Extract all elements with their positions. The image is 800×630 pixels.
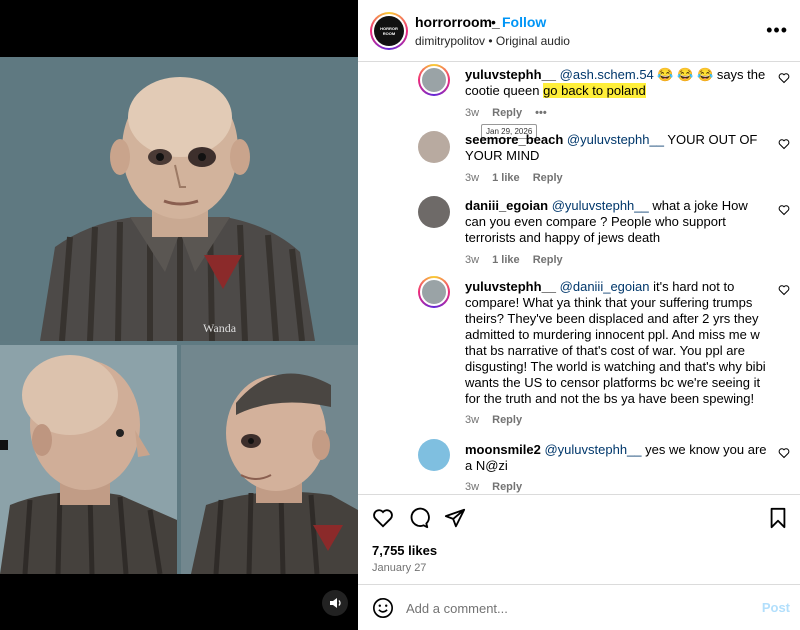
like-comment-button[interactable] <box>778 284 790 299</box>
post-media[interactable]: Wanda <box>0 0 358 630</box>
comment-mention[interactable]: @yuluvstephh__ <box>552 198 649 213</box>
like-comment-button[interactable] <box>778 204 790 219</box>
portrait-profile-image <box>0 345 177 574</box>
audio-label[interactable]: Original audio <box>496 34 570 48</box>
heart-icon <box>778 139 790 150</box>
commenter-avatar[interactable] <box>418 439 450 471</box>
audio-line: dimitrypolitov • Original audio <box>415 34 570 48</box>
reply-button[interactable]: Reply <box>533 172 563 184</box>
heart-icon <box>778 73 790 84</box>
post-comment-button[interactable]: Post <box>762 600 790 615</box>
comment-options-button[interactable]: ••• <box>535 107 547 119</box>
emoji-button[interactable] <box>372 597 394 624</box>
more-options-button[interactable]: ••• <box>766 20 788 41</box>
media-collage: Wanda <box>0 57 358 574</box>
comment-username[interactable]: yuluvstephh__ <box>465 279 556 294</box>
volume-button[interactable] <box>322 590 348 616</box>
comment-username[interactable]: daniii_egoian <box>465 198 548 213</box>
commenter-avatar[interactable] <box>418 131 450 163</box>
audio-user[interactable]: dimitrypolitov <box>415 34 485 48</box>
comment-time[interactable]: 3w <box>465 254 479 266</box>
commenter-avatar[interactable] <box>418 64 450 96</box>
reply-button[interactable]: Reply <box>533 254 563 266</box>
comment-likes[interactable]: 1 like <box>492 254 520 266</box>
comment-emojis: 😂 😂 😂 <box>657 67 714 82</box>
smiley-icon <box>373 598 393 618</box>
likes-count[interactable]: 7,755 likes <box>372 543 437 558</box>
comment-meta: 3w Reply <box>465 414 532 426</box>
comment-text: yuluvstephh__ @daniii_egoian it's hard n… <box>465 279 770 407</box>
comment-username[interactable]: seemore_beach <box>465 132 563 147</box>
post-actions: 7,755 likes January 27 <box>358 494 800 584</box>
like-comment-button[interactable] <box>778 72 790 87</box>
heart-icon <box>778 205 790 216</box>
comment-mention[interactable]: @ash.schem.54 <box>560 67 654 82</box>
post-side-panel: HORROR ROOM horrorroom_ • Follow dimitry… <box>358 0 800 630</box>
separator-dot: • <box>491 14 496 30</box>
commenter-avatar[interactable] <box>418 276 450 308</box>
comment-time[interactable]: 3w <box>465 172 479 184</box>
heart-icon <box>373 509 393 528</box>
heart-icon <box>778 285 790 296</box>
comment-username[interactable]: moonsmile2 <box>465 442 541 457</box>
like-button[interactable] <box>372 507 394 534</box>
commenter-avatar[interactable] <box>418 196 450 228</box>
reply-button[interactable]: Reply <box>492 414 522 426</box>
like-comment-button[interactable] <box>778 447 790 462</box>
comment-meta: 3w 1 like Reply <box>465 172 573 184</box>
share-button[interactable] <box>444 507 466 534</box>
comment-username[interactable]: yuluvstephh__ <box>465 67 556 82</box>
bookmark-icon <box>770 507 786 529</box>
comment-likes[interactable]: 1 like <box>492 172 520 184</box>
heart-icon <box>778 448 790 459</box>
reply-button[interactable]: Reply <box>492 107 522 119</box>
comment-meta: 3w Reply ••• <box>465 107 557 119</box>
post-date[interactable]: January 27 <box>372 562 426 574</box>
comment-composer: Post <box>358 584 800 630</box>
comment-text: moonsmile2 @yuluvstephh__ yes we know yo… <box>465 442 770 474</box>
audio-separator: • <box>488 34 493 48</box>
paper-plane-icon <box>444 508 466 528</box>
comment-button[interactable] <box>408 507 430 534</box>
follow-button[interactable]: Follow <box>502 14 546 30</box>
comment-body: it's hard not to compare! What ya think … <box>465 279 766 406</box>
comment-time[interactable]: 3w <box>465 481 479 493</box>
comment-mention[interactable]: @daniii_egoian <box>560 279 650 294</box>
comment-time[interactable]: 3w <box>465 107 479 119</box>
svg-text:Wanda: Wanda <box>203 321 237 335</box>
comment-meta: 3w 1 like Reply <box>465 254 573 266</box>
save-button[interactable] <box>768 507 788 534</box>
portrait-front-image: Wanda <box>0 57 358 341</box>
like-comment-button[interactable] <box>778 138 790 153</box>
avatar-logo: HORROR ROOM <box>374 16 404 46</box>
account-username[interactable]: horrorroom_ <box>415 14 500 30</box>
speaker-icon <box>330 598 341 608</box>
comment-time[interactable]: 3w <box>465 414 479 426</box>
add-comment-input[interactable] <box>406 598 726 618</box>
comment-mention[interactable]: @yuluvstephh__ <box>544 442 641 457</box>
comment-text: seemore_beach @yuluvstephh__ YOUR OUT OF… <box>465 132 770 164</box>
comment-mention[interactable]: @yuluvstephh__ <box>567 132 664 147</box>
reply-button[interactable]: Reply <box>492 481 522 493</box>
comment-text: daniii_egoian @yuluvstephh__ what a joke… <box>465 198 770 246</box>
account-avatar[interactable]: HORROR ROOM <box>370 12 408 50</box>
highlighted-text: go back to poland <box>543 83 646 98</box>
comments-list[interactable]: yuluvstephh__ @ash.schem.54 😂 😂 😂 says t… <box>358 62 800 494</box>
comment-meta: 3w Reply <box>465 481 532 493</box>
post-header: HORROR ROOM horrorroom_ • Follow dimitry… <box>358 0 800 62</box>
portrait-side-cap-image <box>181 345 358 574</box>
speech-bubble-icon <box>410 507 430 529</box>
comment-text: yuluvstephh__ @ash.schem.54 😂 😂 😂 says t… <box>465 67 770 99</box>
